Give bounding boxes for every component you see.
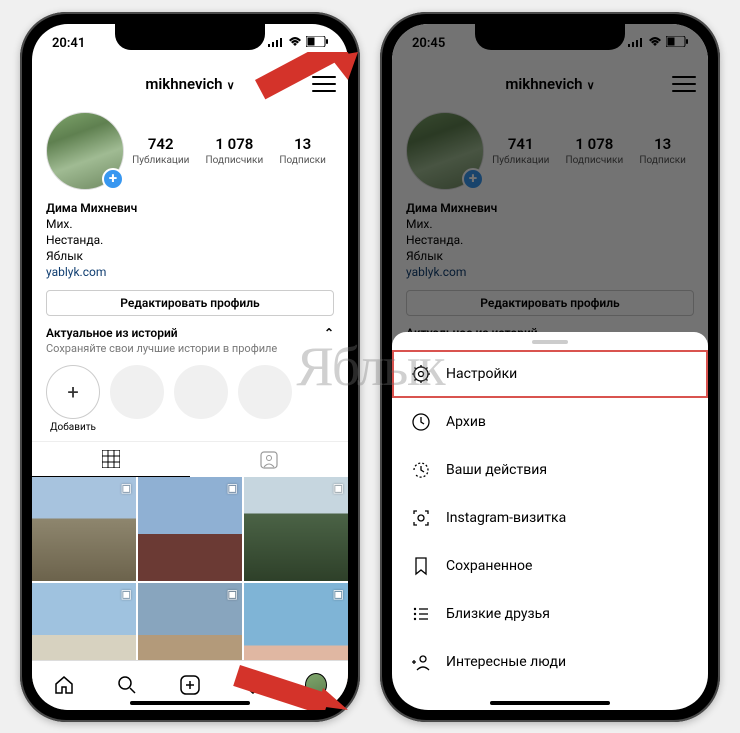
highlights-title-row[interactable]: Актуальное из историй ⌃ xyxy=(46,326,334,340)
battery-icon xyxy=(306,36,328,51)
bio: Дима Михневич Мих. Нестанда. Яблык yably… xyxy=(32,194,348,287)
gear-icon xyxy=(410,363,432,385)
highlights-subtitle: Сохраняйте свои лучшие истории в профиле xyxy=(46,342,334,355)
grid-icon xyxy=(102,450,120,468)
highlights-row: + Добавить xyxy=(46,365,334,433)
highlight-placeholder xyxy=(174,365,228,433)
followers-count: 1 078 xyxy=(206,135,264,153)
carousel-icon: ▣ xyxy=(227,481,238,495)
sheet-handle[interactable] xyxy=(532,340,568,344)
menu-activity[interactable]: Ваши действия xyxy=(392,446,708,494)
menu-label: Архив xyxy=(446,414,486,430)
bio-line: Нестанда. xyxy=(46,232,334,248)
followers-stat[interactable]: 1 078 Подписчики xyxy=(206,135,264,166)
wifi-icon xyxy=(288,36,302,51)
add-post-tab[interactable] xyxy=(179,674,201,696)
post-tile[interactable]: ▣ xyxy=(244,477,348,581)
history-icon xyxy=(410,459,432,481)
username-text: mikhnevich xyxy=(145,75,222,93)
menu-label: Настройки xyxy=(446,366,517,382)
status-time: 20:41 xyxy=(52,36,85,51)
bio-link[interactable]: yablyk.com xyxy=(46,264,334,280)
carousel-icon: ▣ xyxy=(333,481,344,495)
notch xyxy=(115,24,265,50)
add-person-icon xyxy=(410,651,432,673)
post-tile[interactable]: ▣ xyxy=(32,477,136,581)
menu-label: Интересные люди xyxy=(446,654,566,670)
menu-label: Ваши действия xyxy=(446,462,547,478)
posts-count: 742 xyxy=(132,135,189,153)
menu-archive[interactable]: Архив xyxy=(392,398,708,446)
menu-close-friends[interactable]: Близкие друзья xyxy=(392,590,708,638)
menu-label: Сохраненное xyxy=(446,558,532,574)
posts-stat[interactable]: 742 Публикации xyxy=(132,135,189,166)
screen-right: 20:45 mikhnevich∨ + 741 xyxy=(392,24,708,710)
menu-label: Instagram-визитка xyxy=(446,510,566,526)
add-highlight-icon: + xyxy=(46,365,100,419)
phone-left: 20:41 mikhnevich∨ + 742 xyxy=(20,12,360,722)
carousel-icon: ▣ xyxy=(227,587,238,601)
scan-icon xyxy=(410,507,432,529)
home-indicator[interactable] xyxy=(490,701,610,705)
posts-label: Публикации xyxy=(132,155,189,166)
bio-line: Яблык xyxy=(46,248,334,264)
profile-stats: 742 Публикации 1 078 Подписчики 13 Подпи… xyxy=(124,135,334,166)
add-story-icon[interactable]: + xyxy=(102,168,124,190)
highlights-section: Актуальное из историй ⌃ Сохраняйте свои … xyxy=(32,326,348,441)
username-dropdown[interactable]: mikhnevich∨ xyxy=(145,75,234,93)
following-label: Подписки xyxy=(279,155,325,166)
annotation-arrow xyxy=(230,52,360,132)
menu-sheet: Настройки Архив Ваши действия Instagram-… xyxy=(392,332,708,710)
carousel-icon: ▣ xyxy=(121,481,132,495)
carousel-icon: ▣ xyxy=(333,587,344,601)
menu-saved[interactable]: Сохраненное xyxy=(392,542,708,590)
home-tab[interactable] xyxy=(53,674,75,696)
notch xyxy=(475,24,625,50)
display-name: Дима Михневич xyxy=(46,200,334,216)
following-count: 13 xyxy=(279,135,325,153)
highlights-title: Актуальное из историй xyxy=(46,326,178,340)
avatar[interactable]: + xyxy=(46,112,124,190)
highlight-label: Добавить xyxy=(46,422,100,433)
menu-settings[interactable]: Настройки xyxy=(392,350,708,398)
tagged-tab[interactable] xyxy=(190,442,348,477)
carousel-icon: ▣ xyxy=(121,587,132,601)
list-icon xyxy=(410,603,432,625)
bio-line: Мих. xyxy=(46,216,334,232)
menu-discover[interactable]: Интересные люди xyxy=(392,638,708,686)
highlight-placeholder xyxy=(238,365,292,433)
clock-icon xyxy=(410,411,432,433)
signal-icon xyxy=(268,36,284,51)
chevron-up-icon: ⌃ xyxy=(324,326,334,340)
phone-right: 20:45 mikhnevich∨ + 741 xyxy=(380,12,720,722)
post-tile[interactable]: ▣ xyxy=(138,477,242,581)
followers-label: Подписчики xyxy=(206,155,264,166)
highlight-item[interactable]: + Добавить xyxy=(46,365,100,433)
grid-tab[interactable] xyxy=(32,442,190,477)
search-tab[interactable] xyxy=(116,674,138,696)
edit-profile-button[interactable]: Редактировать профиль xyxy=(46,290,334,316)
status-icons xyxy=(268,36,328,51)
following-stat[interactable]: 13 Подписки xyxy=(279,135,325,166)
tagged-icon xyxy=(260,451,278,469)
highlight-placeholder xyxy=(110,365,164,433)
annotation-arrow xyxy=(220,640,350,710)
menu-label: Близкие друзья xyxy=(446,606,550,622)
menu-nametag[interactable]: Instagram-визитка xyxy=(392,494,708,542)
bookmark-icon xyxy=(410,555,432,577)
profile-tabs xyxy=(32,441,348,477)
